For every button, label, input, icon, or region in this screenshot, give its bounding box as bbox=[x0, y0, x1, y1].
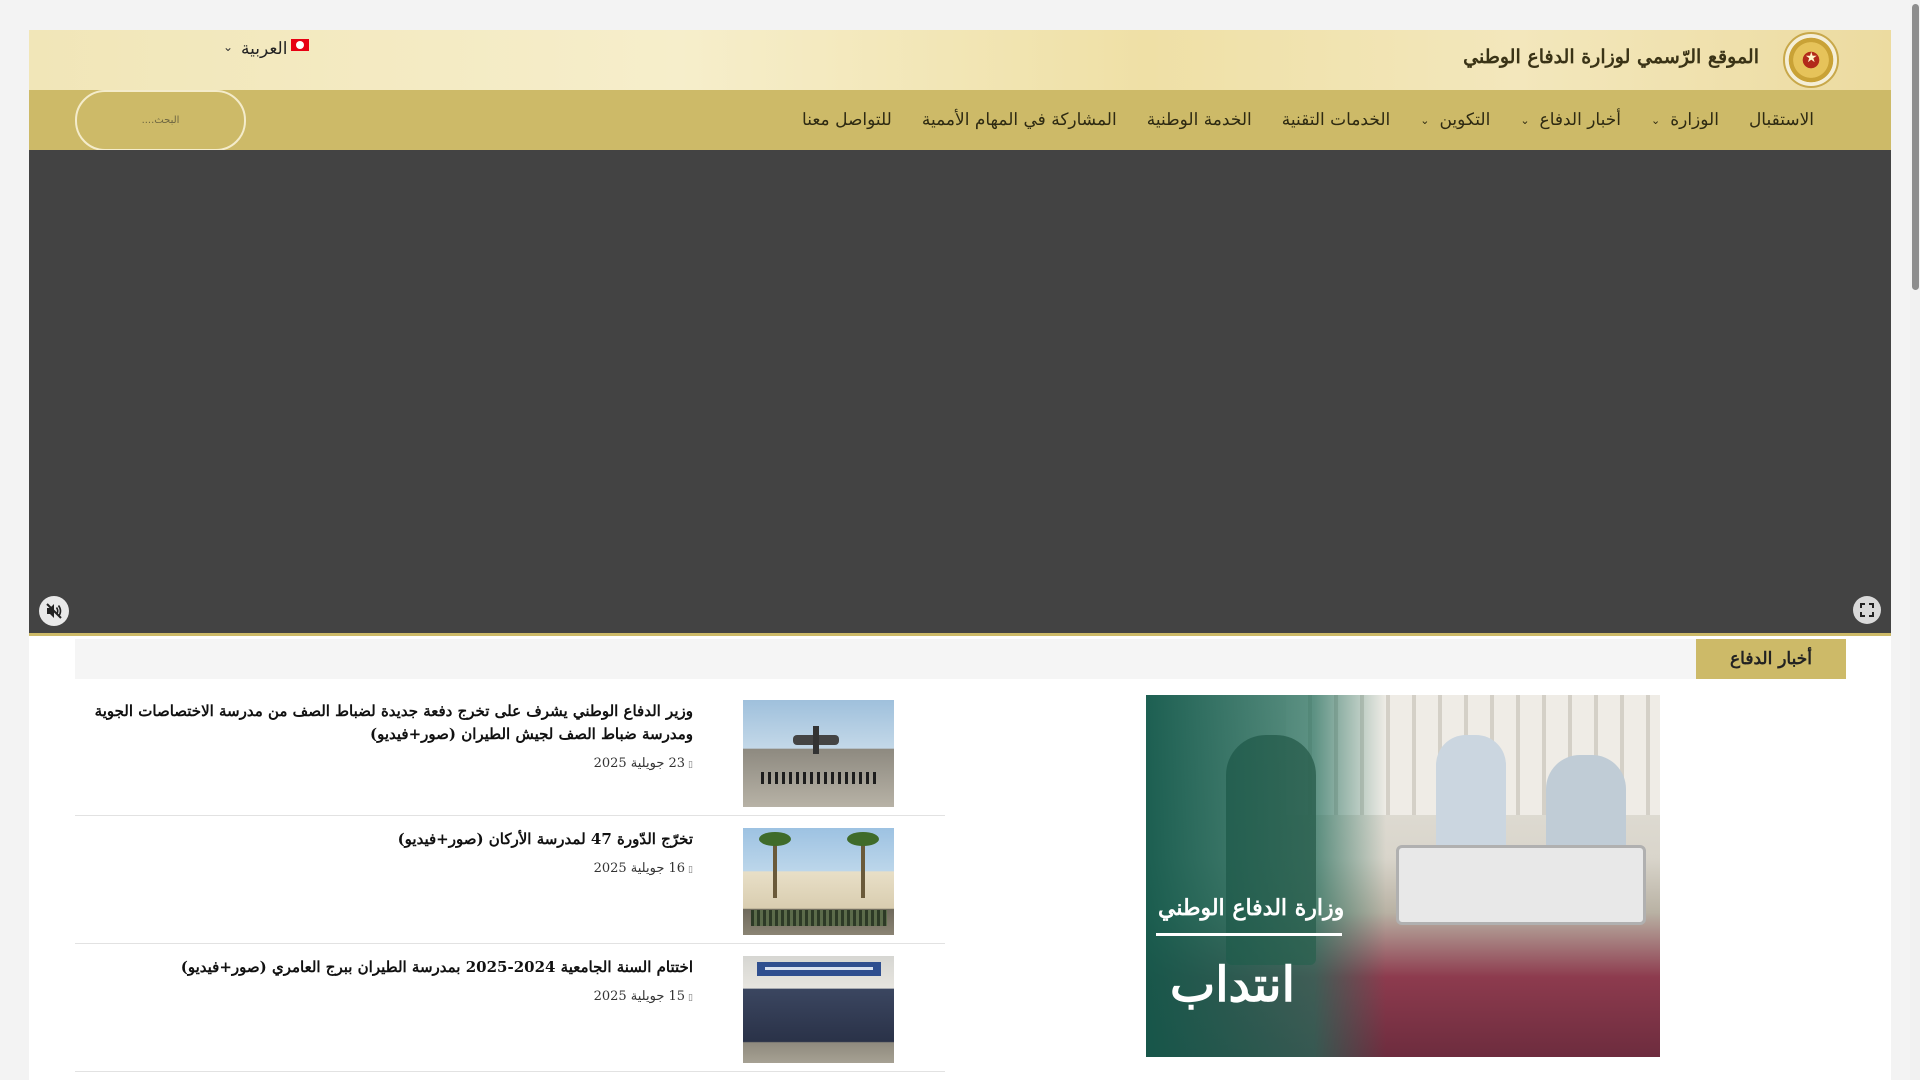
sign-shape bbox=[757, 962, 881, 976]
stretcher-shape bbox=[1396, 845, 1646, 925]
news-thumbnail[interactable] bbox=[743, 700, 894, 807]
search-box bbox=[75, 90, 246, 151]
nav-item-defense-news[interactable]: أخبار الدفاع ⌄ bbox=[1505, 90, 1636, 150]
news-text: تخرّج الدّورة 47 لمدرسة الأركان (صور+فيد… bbox=[93, 828, 693, 876]
top-header: ★ الموقع الرّسمي لوزارة الدفاع الوطني ال… bbox=[29, 30, 1891, 90]
chevron-down-icon: ⌄ bbox=[223, 40, 234, 54]
page: ★ الموقع الرّسمي لوزارة الدفاع الوطني ال… bbox=[29, 30, 1891, 1080]
nav-item-label: التكوين bbox=[1439, 110, 1491, 130]
nav-item-national-service[interactable]: الخدمة الوطنية bbox=[1132, 90, 1267, 150]
banner-subtitle: وزارة الدفاع الوطني bbox=[1158, 895, 1345, 921]
nav-item-training[interactable]: التكوين ⌄ bbox=[1405, 90, 1505, 150]
scrollbar-thumb[interactable] bbox=[1912, 4, 1919, 290]
news-date: ▯16 جويلية 2025 bbox=[93, 861, 693, 876]
tunisia-flag-icon bbox=[291, 39, 310, 51]
nav-item-un-missions[interactable]: المشاركة في المهام الأممية bbox=[907, 90, 1132, 150]
banner-title: انتداب bbox=[1170, 957, 1295, 1013]
section-title[interactable]: أخبار الدفاع bbox=[1696, 639, 1846, 679]
language-label: العربية bbox=[241, 39, 288, 59]
people-shape bbox=[751, 910, 887, 926]
nav-item-label: الخدمات التقنية bbox=[1281, 110, 1391, 130]
aircraft-shape bbox=[793, 726, 839, 754]
nav-item-ministry[interactable]: الوزارة ⌄ bbox=[1636, 90, 1734, 150]
news-title[interactable]: اختتام السنة الجامعية 2024-2025 بمدرسة ا… bbox=[93, 956, 693, 979]
nav-item-label: المشاركة في المهام الأممية bbox=[921, 110, 1117, 130]
troops-shape bbox=[761, 772, 877, 784]
news-date-text: 16 جويلية 2025 bbox=[593, 861, 686, 876]
clock-icon: ▯ bbox=[688, 865, 693, 875]
news-date: ▯23 جويلية 2025 bbox=[93, 756, 693, 771]
section-header-bar: أخبار الدفاع bbox=[75, 639, 1846, 679]
news-item: اختتام السنة الجامعية 2024-2025 بمدرسة ا… bbox=[75, 944, 945, 1072]
language-selector[interactable]: العربية ⌄ bbox=[223, 37, 310, 61]
news-date-text: 15 جويلية 2025 bbox=[593, 989, 686, 1004]
clock-icon: ▯ bbox=[688, 760, 693, 770]
nav-item-contact[interactable]: للتواصل معنا bbox=[787, 90, 907, 150]
banner-divider bbox=[1156, 933, 1342, 936]
chevron-down-icon: ⌄ bbox=[1650, 113, 1661, 127]
palm-shape bbox=[847, 832, 879, 898]
news-title[interactable]: تخرّج الدّورة 47 لمدرسة الأركان (صور+فيد… bbox=[93, 828, 693, 851]
nav-item-label: الوزارة bbox=[1670, 110, 1719, 130]
main-navbar: الاستقبال الوزارة ⌄ أخبار الدفاع ⌄ التكو… bbox=[29, 90, 1891, 151]
search-input[interactable] bbox=[77, 92, 244, 149]
news-item: وزير الدفاع الوطني يشرف على تخرج دفعة جد… bbox=[75, 688, 945, 816]
nav-item-home[interactable]: الاستقبال bbox=[1734, 90, 1829, 150]
nav-item-label: الاستقبال bbox=[1748, 110, 1814, 130]
news-text: اختتام السنة الجامعية 2024-2025 بمدرسة ا… bbox=[93, 956, 693, 1004]
news-thumbnail[interactable] bbox=[743, 828, 894, 935]
nav-item-technical-services[interactable]: الخدمات التقنية bbox=[1267, 90, 1406, 150]
video-player[interactable] bbox=[29, 150, 1891, 636]
site-title[interactable]: الموقع الرّسمي لوزارة الدفاع الوطني bbox=[1463, 46, 1759, 68]
palm-shape bbox=[759, 832, 791, 898]
nav-item-label: الخدمة الوطنية bbox=[1146, 110, 1252, 130]
recruitment-banner[interactable]: وزارة الدفاع الوطني انتداب bbox=[1146, 695, 1660, 1057]
news-title[interactable]: وزير الدفاع الوطني يشرف على تخرج دفعة جد… bbox=[93, 700, 693, 746]
star-icon: ★ bbox=[1805, 50, 1818, 66]
news-date-text: 23 جويلية 2025 bbox=[593, 756, 686, 771]
chevron-down-icon: ⌄ bbox=[1520, 113, 1530, 127]
mute-button[interactable] bbox=[39, 596, 69, 626]
nav-item-label: للتواصل معنا bbox=[802, 110, 892, 130]
news-text: وزير الدفاع الوطني يشرف على تخرج دفعة جد… bbox=[93, 700, 693, 771]
news-item: تخرّج الدّورة 47 لمدرسة الأركان (صور+فيد… bbox=[75, 816, 945, 944]
fullscreen-button[interactable] bbox=[1853, 596, 1881, 624]
clock-icon: ▯ bbox=[688, 993, 693, 1003]
page-scrollbar[interactable] bbox=[1910, 0, 1920, 1080]
main-nav: الاستقبال الوزارة ⌄ أخبار الدفاع ⌄ التكو… bbox=[787, 90, 1829, 150]
muted-speaker-icon bbox=[46, 603, 62, 619]
fullscreen-icon bbox=[1860, 603, 1874, 617]
chevron-down-icon: ⌄ bbox=[1420, 113, 1430, 127]
news-date: ▯15 جويلية 2025 bbox=[93, 989, 693, 1004]
news-thumbnail[interactable] bbox=[743, 956, 894, 1063]
nav-item-label: أخبار الدفاع bbox=[1539, 110, 1621, 130]
news-list: وزير الدفاع الوطني يشرف على تخرج دفعة جد… bbox=[75, 688, 945, 1072]
ministry-logo[interactable]: ★ bbox=[1783, 32, 1839, 88]
